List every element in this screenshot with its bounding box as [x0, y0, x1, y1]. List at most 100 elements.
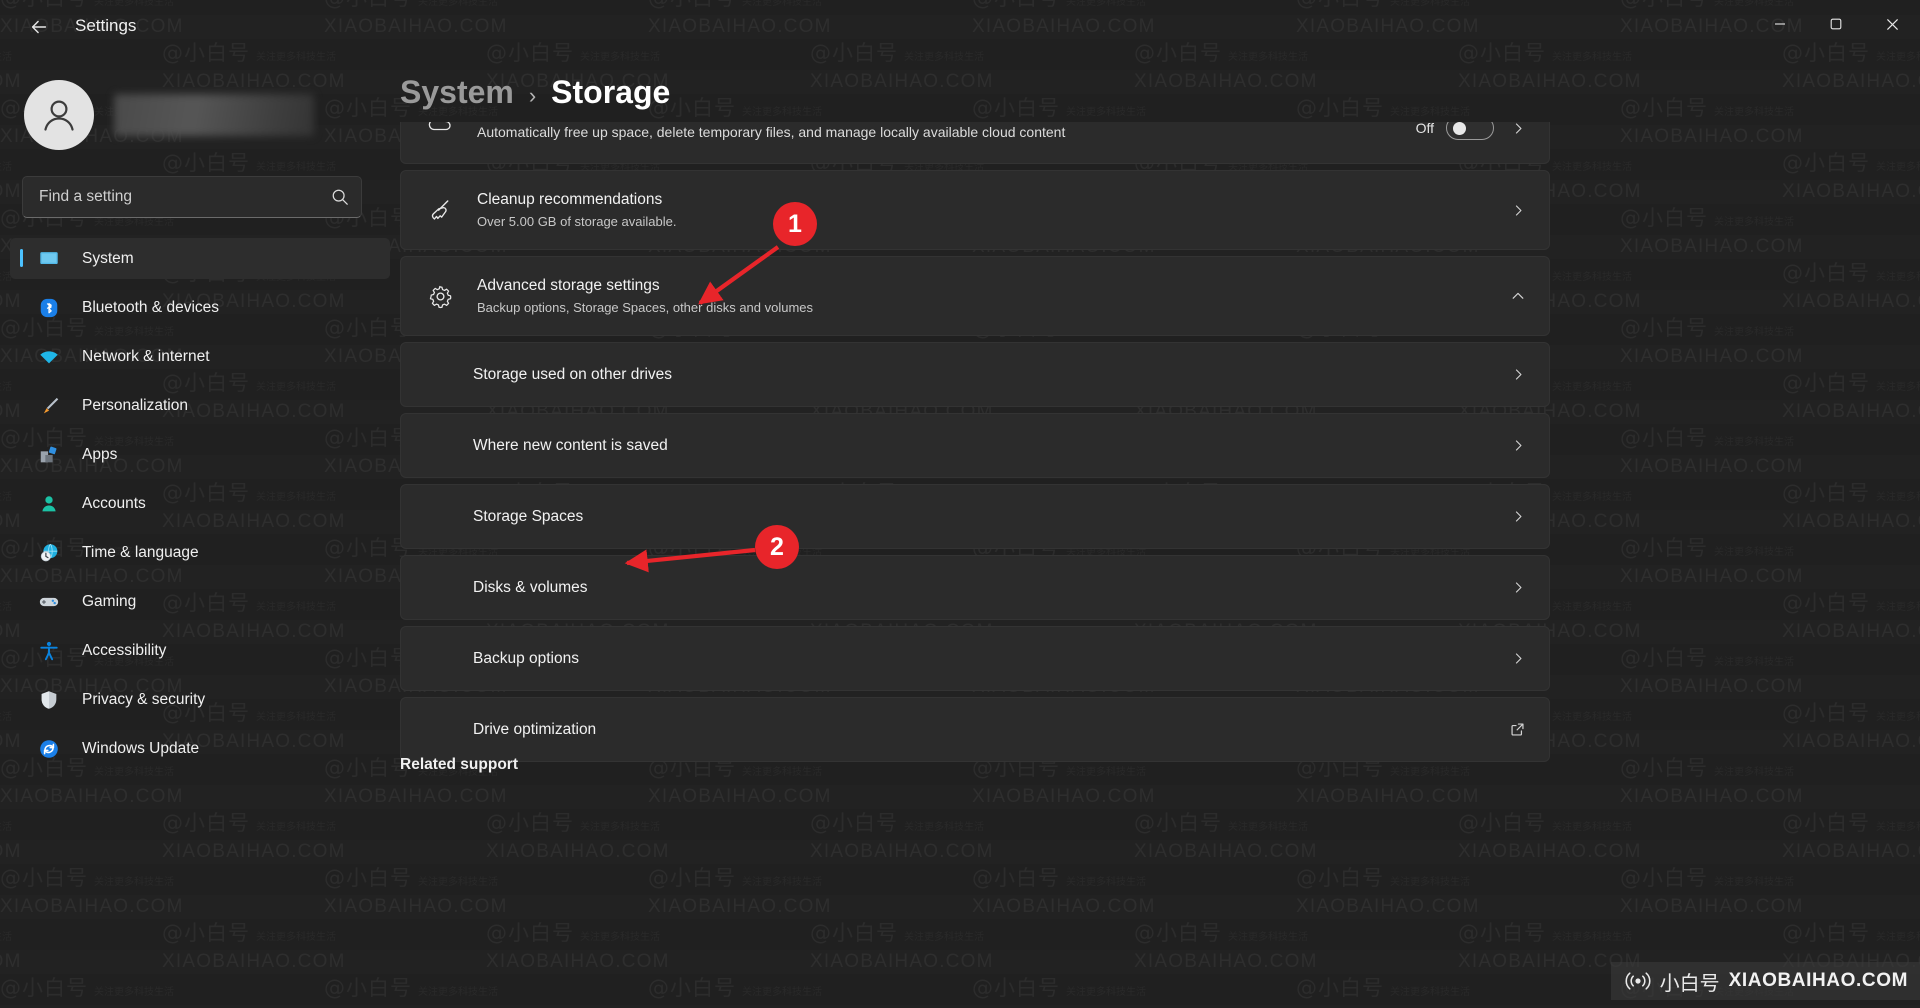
- close-button[interactable]: [1864, 0, 1920, 48]
- breadcrumb-parent[interactable]: System: [400, 74, 514, 111]
- sidebar-item-privacy-security[interactable]: Privacy & security: [10, 679, 390, 720]
- wifi-icon: [36, 345, 62, 369]
- cloud-sync-icon: [428, 122, 451, 131]
- chevron-right-icon: [1515, 653, 1522, 664]
- logo-badge-cn: 小白号: [1659, 970, 1720, 995]
- sub-card-disks-volumes[interactable]: Disks & volumes: [400, 555, 1550, 620]
- accessibility-person-icon: [36, 639, 62, 663]
- caption-buttons: [1752, 0, 1920, 48]
- minimize-button[interactable]: [1752, 0, 1808, 48]
- chevron-up-icon: [1512, 292, 1524, 299]
- avatar: [24, 80, 94, 150]
- sidebar-item-accessibility[interactable]: Accessibility: [10, 630, 390, 671]
- back-button[interactable]: [18, 8, 60, 46]
- maximize-button[interactable]: [1808, 0, 1864, 48]
- toggle-knob: [1453, 122, 1466, 135]
- sidebar: System Bluetooth & devices Network & int…: [0, 56, 400, 1008]
- sidebar-nav: System Bluetooth & devices Network & int…: [10, 238, 390, 777]
- cleanup-subtitle: Over 5.00 GB of storage available.: [477, 214, 677, 229]
- chevron-right-icon: [1515, 582, 1522, 593]
- bluetooth-icon: [36, 296, 62, 320]
- sidebar-item-system[interactable]: System: [10, 238, 390, 279]
- sidebar-item-label: Bluetooth & devices: [82, 298, 220, 316]
- site-logo-badge: 小白号 XIAOBAIHAO.COM: [1610, 962, 1920, 1000]
- wifi-icon: [40, 350, 58, 363]
- title-bar: Settings: [0, 0, 1920, 56]
- app-title: Settings: [75, 16, 137, 35]
- storage-sense-toggle[interactable]: [1446, 122, 1494, 140]
- sidebar-item-label: Accounts: [82, 494, 146, 512]
- chevron-right-icon: [1515, 204, 1522, 216]
- cleanup-recommendations-card[interactable]: Cleanup recommendations Over 5.00 GB of …: [400, 170, 1550, 250]
- sub-item-chevron-where-new-content-is-saved[interactable]: [1512, 439, 1525, 452]
- sidebar-item-label: Accessibility: [82, 641, 167, 659]
- breadcrumb: System › Storage: [400, 74, 670, 111]
- sidebar-item-accounts[interactable]: Accounts: [10, 483, 390, 524]
- sub-item-chevron-storage-used-on-other-drives[interactable]: [1512, 368, 1525, 381]
- cleanup-icon-wrap: [423, 197, 457, 224]
- shield-icon: [41, 690, 57, 709]
- main-content: System › Storage Automatically free up s…: [400, 56, 1920, 1008]
- advanced-storage-settings-card[interactable]: Advanced storage settings Backup options…: [400, 256, 1550, 336]
- chevron-right-icon: [1515, 511, 1522, 522]
- minimize-icon: [1775, 23, 1785, 25]
- sidebar-item-label: Gaming: [82, 592, 137, 610]
- sub-card-storage-spaces[interactable]: Storage Spaces: [400, 484, 1550, 549]
- update-refresh-icon: [36, 737, 62, 761]
- sub-card-backup-options[interactable]: Backup options: [400, 626, 1550, 691]
- sidebar-item-label: Network & internet: [82, 347, 210, 365]
- advanced-expand-chevron[interactable]: [1511, 289, 1525, 303]
- search-input[interactable]: [39, 188, 331, 206]
- advanced-title: Advanced storage settings: [477, 277, 660, 294]
- monitor-icon: [40, 251, 58, 264]
- clock-globe-icon: [40, 543, 58, 561]
- monitor-icon: [36, 247, 62, 271]
- apps-icon: [40, 446, 57, 462]
- settings-window: @小白号关注更多科技生活 XIAOBAIHAO.COM @小白号关注更多科技生活…: [0, 0, 1920, 1008]
- sidebar-item-windows-update[interactable]: Windows Update: [10, 728, 390, 769]
- storage-sense-toggle-group[interactable]: Off: [1416, 122, 1494, 140]
- gamepad-icon: [39, 597, 59, 606]
- page-title: Storage: [551, 74, 671, 110]
- paintbrush-icon: [36, 394, 62, 418]
- update-refresh-icon: [40, 739, 58, 758]
- gear-icon: [429, 285, 451, 308]
- sub-card-where-new-content-is-saved[interactable]: Where new content is saved: [400, 413, 1550, 478]
- account-block[interactable]: [24, 70, 374, 160]
- clock-globe-icon: [36, 541, 62, 565]
- search-box[interactable]: [22, 176, 362, 218]
- external-link-icon: [1511, 723, 1524, 736]
- search-icon: [332, 189, 348, 205]
- apps-icon: [36, 443, 62, 467]
- back-arrow-icon: [31, 20, 47, 34]
- sidebar-item-time-language[interactable]: Time & language: [10, 532, 390, 573]
- storage-sense-chevron[interactable]: [1512, 122, 1525, 135]
- sidebar-item-gaming[interactable]: Gaming: [10, 581, 390, 622]
- sidebar-item-label: Personalization: [82, 396, 188, 414]
- sub-item-chevron-drive-optimization[interactable]: [1510, 722, 1525, 737]
- bluetooth-icon: [40, 298, 58, 317]
- sidebar-item-label: Apps: [82, 445, 118, 463]
- broadcast-icon: [1625, 972, 1651, 990]
- person-avatar-icon: [44, 100, 74, 131]
- sub-item-chevron-disks-volumes[interactable]: [1512, 581, 1525, 594]
- sidebar-item-label: Privacy & security: [82, 690, 206, 708]
- sidebar-item-network-internet[interactable]: Network & internet: [10, 336, 390, 377]
- sub-item-label: Storage Spaces: [473, 507, 584, 525]
- sidebar-item-apps[interactable]: Apps: [10, 434, 390, 475]
- sub-item-chevron-backup-options[interactable]: [1512, 652, 1525, 665]
- storage-sense-toggle-label: Off: [1415, 122, 1434, 136]
- sub-card-storage-used-on-other-drives[interactable]: Storage used on other drives: [400, 342, 1550, 407]
- advanced-storage-sublist: Storage used on other drives Where new c…: [400, 342, 1550, 762]
- account-person-icon: [42, 495, 56, 511]
- accessibility-person-icon: [40, 641, 58, 660]
- sidebar-item-bluetooth-devices[interactable]: Bluetooth & devices: [10, 287, 390, 328]
- storage-sense-card[interactable]: Automatically free up space, delete temp…: [400, 122, 1550, 164]
- sub-item-chevron-storage-spaces[interactable]: [1512, 510, 1525, 523]
- logo-badge-en: XIAOBAIHAO.COM: [1728, 970, 1908, 991]
- sidebar-item-personalization[interactable]: Personalization: [10, 385, 390, 426]
- account-person-icon: [36, 492, 62, 516]
- storage-sense-icon: [423, 122, 457, 138]
- sub-card-drive-optimization[interactable]: Drive optimization: [400, 697, 1550, 762]
- cleanup-chevron[interactable]: [1512, 204, 1525, 217]
